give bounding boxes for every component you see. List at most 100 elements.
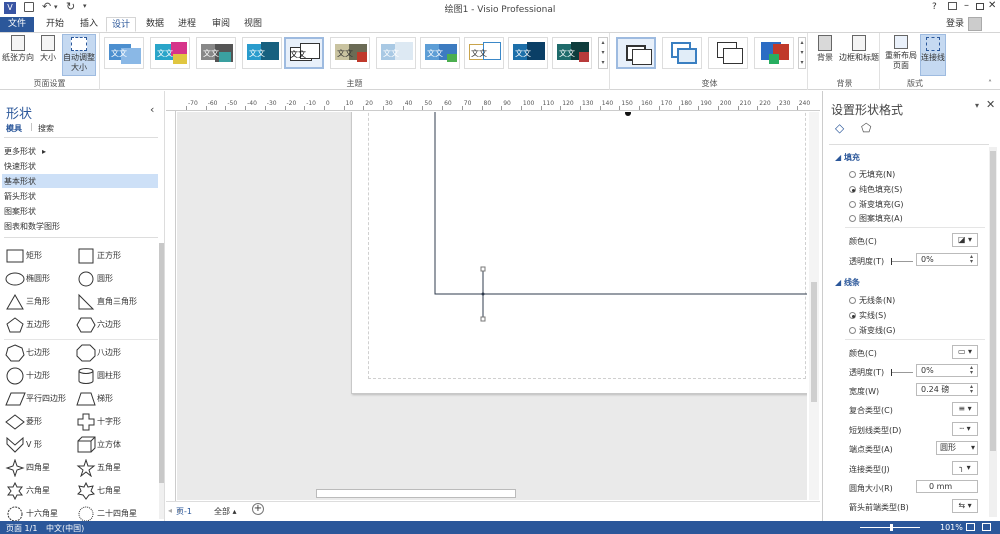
collapse-ribbon-icon[interactable]: ˄ xyxy=(988,79,992,88)
switch-windows-icon[interactable] xyxy=(982,523,991,531)
close-pane-icon[interactable]: ✕ xyxy=(986,98,995,111)
tab-stencils[interactable]: 模具 xyxy=(6,123,22,134)
variant-4[interactable] xyxy=(754,37,794,69)
language-status[interactable]: 中文(中国) xyxy=(46,523,84,534)
pane-options-icon[interactable]: ▾ xyxy=(975,101,979,110)
drawing-surface[interactable] xyxy=(177,112,807,500)
line-transparency-input[interactable]: 0% xyxy=(916,364,978,377)
themes-scroll[interactable]: ▴ ▾ ▾ xyxy=(598,37,608,69)
join-type-label: 连接类型(J) xyxy=(849,465,890,474)
variant-2[interactable] xyxy=(662,37,702,69)
dash-type-picker[interactable]: ┄ ▾ xyxy=(952,422,978,436)
theme-6[interactable]: 文文 xyxy=(330,37,370,69)
radio-no-line[interactable]: 无线条(N) xyxy=(849,295,895,306)
nav-more-shapes[interactable]: 更多形状 ▸ xyxy=(4,146,46,157)
theme-8[interactable]: 文文 xyxy=(420,37,460,69)
layout-group-label: 版式 xyxy=(907,79,923,88)
connectors-button[interactable]: 连接线 xyxy=(920,34,946,76)
nav-pattern-shapes[interactable]: 图案形状 xyxy=(4,206,36,217)
tab-data[interactable]: 数据 xyxy=(140,17,170,32)
fit-page-icon[interactable] xyxy=(966,523,975,531)
fill-transparency-input[interactable]: 0% xyxy=(916,253,978,266)
shape-label: 六角星 xyxy=(26,486,50,495)
borders-titles-button[interactable]: 边框和标题 xyxy=(838,35,880,63)
line-color-picker[interactable]: ▭ ▾ xyxy=(952,345,978,359)
radio-gradient-fill[interactable]: 渐变填充(G) xyxy=(849,199,903,210)
vertical-scrollbar[interactable] xyxy=(809,112,819,500)
cap-type-select[interactable]: 圆形 ▾ xyxy=(936,441,978,455)
width-input[interactable]: 0.24 磅 xyxy=(916,383,978,396)
maximize-button[interactable] xyxy=(976,3,984,10)
add-page-button[interactable]: + xyxy=(252,503,264,515)
help-button[interactable]: ? xyxy=(932,2,937,12)
relayout-button[interactable]: 重新布局页面 xyxy=(884,35,918,71)
close-button[interactable]: ✕ xyxy=(988,0,996,11)
tab-design[interactable]: 设计 xyxy=(106,17,136,32)
drawing-page[interactable] xyxy=(351,112,807,394)
collapse-shapes-button[interactable]: ‹ xyxy=(150,103,154,116)
line-section-header[interactable]: ◢ 线条 xyxy=(835,277,860,288)
radio-solid-line[interactable]: 实线(S) xyxy=(849,310,886,321)
tab-view[interactable]: 视图 xyxy=(238,17,268,32)
variant-1[interactable] xyxy=(616,37,656,69)
backgrounds-button[interactable]: 背景 xyxy=(814,35,836,63)
arrow-type-picker[interactable]: ⇆ ▾ xyxy=(952,499,978,513)
nav-arrow-shapes[interactable]: 箭头形状 xyxy=(4,191,36,202)
zoom-slider[interactable] xyxy=(860,524,920,531)
radio-gradient-line[interactable]: 渐变线(G) xyxy=(849,325,895,336)
theme-11[interactable]: 文文 xyxy=(552,37,592,69)
variants-scroll[interactable]: ▴ ▾ ▾ xyxy=(798,37,806,69)
shapes-scrollbar[interactable] xyxy=(159,243,164,519)
compound-type-picker[interactable]: ≡ ▾ xyxy=(952,402,978,416)
effects-tab-icon[interactable]: ⬠ xyxy=(861,121,871,135)
ruler-tick-label: 200 xyxy=(719,100,732,107)
sign-in-link[interactable]: 登录 xyxy=(942,17,968,32)
fill-transparency-slider[interactable] xyxy=(891,258,913,265)
line-transparency-slider[interactable] xyxy=(891,369,913,376)
variant-3[interactable] xyxy=(708,37,748,69)
orientation-button[interactable]: 纸张方向 xyxy=(2,35,34,63)
join-type-picker[interactable]: ╮ ▾ xyxy=(952,461,978,475)
minimize-button[interactable]: – xyxy=(964,0,969,11)
radio-solid-fill[interactable]: 纯色填充(S) xyxy=(849,184,902,195)
nav-chart-math-shapes[interactable]: 图表和数学图形 xyxy=(4,221,60,232)
page-tab-1[interactable]: 页-1 xyxy=(176,506,192,517)
tab-home[interactable]: 开始 xyxy=(40,17,70,32)
theme-3[interactable]: 文文 xyxy=(196,37,236,69)
format-pane-scrollbar[interactable] xyxy=(989,147,997,517)
horizontal-scrollbar[interactable] xyxy=(316,489,516,498)
tab-review[interactable]: 审阅 xyxy=(206,17,236,32)
fill-line-tab-icon[interactable]: ◇ xyxy=(835,121,844,135)
fill-section-header[interactable]: ◢ 填充 xyxy=(835,152,860,163)
theme-9[interactable]: 文文 xyxy=(464,37,504,69)
shape-label: 菱形 xyxy=(26,417,42,426)
tab-search[interactable]: 搜索 xyxy=(38,123,54,134)
ribbon-display-icon[interactable] xyxy=(948,2,957,10)
theme-1[interactable]: 文文 xyxy=(104,37,144,69)
connector-line[interactable] xyxy=(352,112,807,395)
themes-group-label: 主题 xyxy=(346,79,363,88)
fill-color-picker[interactable]: ◪ ▾ xyxy=(952,233,978,247)
radio-no-fill[interactable]: 无填充(N) xyxy=(849,169,895,180)
size-button[interactable]: 大小 xyxy=(36,35,60,63)
page-number-status[interactable]: 页面 1/1 xyxy=(6,523,37,534)
nav-quick-shapes[interactable]: 快速形状 xyxy=(4,161,36,172)
ruler-tick xyxy=(323,106,325,110)
tab-file[interactable]: 文件 xyxy=(0,17,34,32)
user-avatar[interactable] xyxy=(968,17,982,31)
page-prev-icon[interactable]: ◂ xyxy=(168,506,172,515)
theme-5[interactable]: 文文 xyxy=(284,37,324,69)
theme-4[interactable]: 文文 xyxy=(242,37,282,69)
theme-2[interactable]: 文文 xyxy=(150,37,190,69)
rounding-input[interactable]: 0 mm xyxy=(916,480,978,493)
auto-size-button[interactable]: 自动调整大小 xyxy=(62,34,96,76)
tab-insert[interactable]: 插入 xyxy=(74,17,104,32)
nav-basic-shapes[interactable]: 基本形状 xyxy=(4,176,36,187)
theme-7[interactable]: 文文 xyxy=(376,37,416,69)
all-pages-button[interactable]: 全部 ▴ xyxy=(214,506,237,517)
ruler-tick-label: 210 xyxy=(739,100,752,107)
zoom-level[interactable]: 101% xyxy=(940,523,963,532)
tab-process[interactable]: 进程 xyxy=(172,17,202,32)
radio-pattern-fill[interactable]: 图案填充(A) xyxy=(849,213,903,224)
theme-10[interactable]: 文文 xyxy=(508,37,548,69)
